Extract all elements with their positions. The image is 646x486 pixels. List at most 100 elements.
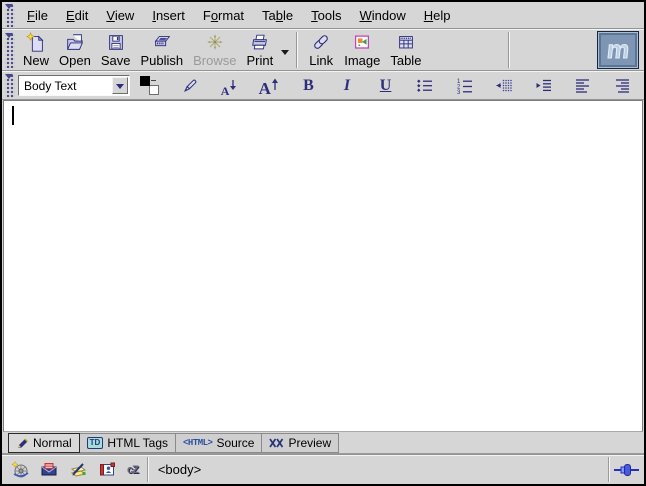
menu-help[interactable]: Help: [415, 5, 460, 26]
paragraph-format-select[interactable]: Body Text: [18, 75, 130, 96]
text-color-swatch: [140, 76, 150, 86]
menu-label-part: ools: [318, 8, 342, 23]
main-toolbar: New Open Save: [2, 29, 644, 71]
italic-button[interactable]: I: [338, 75, 356, 97]
menu-label-part: le: [283, 8, 293, 23]
table-button-label: Table: [390, 54, 421, 68]
menu-mnemonic: H: [424, 8, 433, 23]
menu-bar: File Edit View Insert Format Table Tools…: [2, 2, 644, 29]
bold-icon: B: [303, 78, 314, 94]
print-icon: [249, 32, 271, 53]
numbered-list-icon: 123: [455, 76, 474, 95]
menu-edit[interactable]: Edit: [57, 5, 97, 26]
underline-icon: U: [380, 78, 392, 94]
menu-window[interactable]: Window: [351, 5, 415, 26]
menu-mnemonic: E: [66, 8, 75, 23]
text-color-picker[interactable]: [140, 75, 159, 97]
tab-normal[interactable]: Normal: [8, 433, 80, 453]
menu-view[interactable]: View: [97, 5, 143, 26]
menu-file[interactable]: File: [18, 5, 57, 26]
indent-button[interactable]: [534, 75, 553, 97]
td-badge-icon: TD: [87, 437, 104, 449]
print-button[interactable]: Print: [241, 31, 278, 69]
component-bar: cZ: [2, 455, 147, 484]
menu-label-part: elp: [433, 8, 450, 23]
element-path[interactable]: <body>: [158, 462, 201, 477]
format-toolbar: Body Text: [2, 71, 644, 100]
increase-font-size-button[interactable]: A: [259, 75, 279, 97]
menu-mnemonic: b: [276, 8, 283, 23]
menu-label-part: F: [203, 8, 211, 23]
composer-icon[interactable]: [69, 460, 88, 479]
link-button[interactable]: Link: [303, 31, 339, 69]
menu-tools[interactable]: Tools: [302, 5, 350, 26]
save-floppy-icon: [105, 32, 127, 53]
svg-text:3: 3: [457, 90, 461, 95]
tab-label: Normal: [33, 436, 72, 450]
status-bar: cZ <body>: [2, 454, 644, 484]
menu-mnemonic: o: [211, 8, 218, 23]
open-folder-icon: [64, 32, 86, 53]
bold-button[interactable]: B: [299, 75, 317, 97]
image-button[interactable]: Image: [339, 31, 385, 69]
indent-icon: [534, 76, 553, 95]
italic-icon: I: [344, 78, 350, 94]
open-button[interactable]: Open: [54, 31, 96, 69]
chevron-down-icon: [281, 50, 289, 59]
table-icon: [395, 32, 417, 53]
formatbar-grippy[interactable]: [5, 73, 15, 98]
publish-button[interactable]: Publish: [135, 31, 188, 69]
align-left-button[interactable]: [573, 75, 592, 97]
tab-html-tags[interactable]: TD HTML Tags: [80, 433, 176, 453]
print-button-label: Print: [246, 54, 273, 68]
color-swatch-icon: [140, 76, 159, 95]
numbered-list-button[interactable]: 123: [455, 75, 474, 97]
align-right-button[interactable]: [613, 75, 632, 97]
browse-button: Browse: [188, 31, 241, 69]
mail-icon[interactable]: [40, 460, 59, 479]
decrease-font-size-button[interactable]: A: [220, 75, 238, 97]
chevron-down-icon: [116, 84, 124, 93]
link-icon: [310, 32, 332, 53]
html-source-icon: <HTML>: [183, 438, 212, 448]
menu-label-part: Ta: [262, 8, 276, 23]
outdent-button[interactable]: [494, 75, 513, 97]
underline-button[interactable]: U: [377, 75, 395, 97]
element-path-panel: <body>: [149, 455, 608, 484]
print-dropdown-button[interactable]: [278, 31, 291, 69]
select-dropdown-button[interactable]: [112, 77, 128, 94]
menu-table[interactable]: Table: [253, 5, 302, 26]
new-button-label: New: [23, 54, 49, 68]
menu-format[interactable]: Format: [194, 5, 253, 26]
highlight-pen-button[interactable]: [180, 75, 200, 97]
addressbook-icon[interactable]: [98, 460, 117, 479]
composer-window: File Edit View Insert Format Table Tools…: [0, 0, 646, 486]
online-plug-icon[interactable]: [614, 462, 640, 478]
navigator-icon[interactable]: [11, 460, 30, 479]
mozilla-logo-button[interactable]: m: [597, 31, 639, 69]
bullet-list-button[interactable]: [415, 75, 434, 97]
toolbar-grippy[interactable]: [5, 32, 15, 68]
menu-label-part: iew: [115, 8, 135, 23]
tab-preview[interactable]: Preview: [262, 433, 339, 453]
new-button[interactable]: New: [18, 31, 54, 69]
pencil-icon: [16, 437, 29, 450]
menu-insert[interactable]: Insert: [143, 5, 194, 26]
chatzilla-icon[interactable]: cZ: [127, 464, 138, 476]
table-button[interactable]: Table: [385, 31, 426, 69]
editor-region: [2, 100, 644, 432]
arrow-down-icon: [229, 79, 237, 91]
editor-canvas[interactable]: [3, 100, 643, 432]
swatch-tick: [151, 80, 156, 81]
link-button-label: Link: [309, 54, 333, 68]
menubar-grippy[interactable]: [5, 3, 15, 27]
new-page-icon: [25, 32, 47, 53]
letter-a-small: A: [221, 85, 230, 97]
text-caret: [12, 106, 14, 125]
tab-source[interactable]: <HTML> Source: [176, 433, 262, 453]
save-button[interactable]: Save: [96, 31, 136, 69]
align-right-icon: [613, 76, 632, 95]
menu-label-part: rmat: [218, 8, 244, 23]
menu-mnemonic: F: [27, 8, 35, 23]
open-button-label: Open: [59, 54, 91, 68]
